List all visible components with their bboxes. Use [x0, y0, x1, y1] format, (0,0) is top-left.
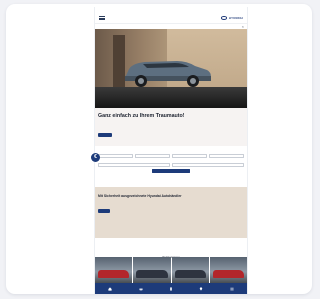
car-icon[interactable]: [138, 287, 143, 291]
offer-title: Ganz einfach zu Ihrem Traumauto!: [98, 113, 185, 119]
currency-badge[interactable]: €: [91, 153, 100, 162]
hamburger-menu-icon[interactable]: [99, 15, 105, 21]
mobile-webpage: HYUNDAI × Ganz einfach zu Ihrem Traumaut…: [94, 7, 248, 294]
form-field[interactable]: [209, 151, 244, 158]
service-title: Mit Sicherheit ausgezeichnete Hyundai Au…: [98, 194, 182, 198]
brand-name: HYUNDAI: [228, 16, 243, 20]
phone-icon[interactable]: [169, 286, 173, 291]
map-icon[interactable]: [199, 286, 203, 291]
bottom-navigation: [95, 283, 247, 294]
form-field[interactable]: [98, 151, 133, 158]
search-form: [95, 146, 247, 177]
form-field[interactable]: [172, 151, 207, 158]
search-submit-button[interactable]: [152, 169, 190, 173]
service-section: Mit Sicherheit ausgezeichnete Hyundai Au…: [95, 187, 247, 238]
form-field[interactable]: [172, 160, 244, 167]
form-field[interactable]: [98, 160, 170, 167]
car-image: [125, 61, 211, 87]
home-icon[interactable]: [108, 286, 112, 291]
menu-icon[interactable]: [230, 287, 234, 291]
vehicle-thumbnail[interactable]: [209, 257, 247, 284]
screenshot-card: HYUNDAI × Ganz einfach zu Ihrem Traumaut…: [6, 4, 312, 294]
vehicles-heading: Ihr Neuwagen: [95, 245, 247, 259]
brand-logo[interactable]: HYUNDAI: [220, 16, 243, 20]
vehicle-thumbnail[interactable]: [95, 257, 133, 284]
offer-button[interactable]: [98, 133, 112, 137]
form-field[interactable]: [135, 151, 170, 158]
hero-image: [95, 29, 247, 108]
vehicle-thumbnails: [95, 257, 247, 284]
service-button[interactable]: [98, 209, 110, 213]
vehicle-thumbnail[interactable]: [171, 257, 209, 284]
vehicle-thumbnail[interactable]: [133, 257, 171, 284]
offer-section: Ganz einfach zu Ihrem Traumauto!: [95, 108, 247, 146]
site-header: HYUNDAI: [95, 13, 247, 24]
hyundai-logo-icon: [220, 16, 227, 20]
